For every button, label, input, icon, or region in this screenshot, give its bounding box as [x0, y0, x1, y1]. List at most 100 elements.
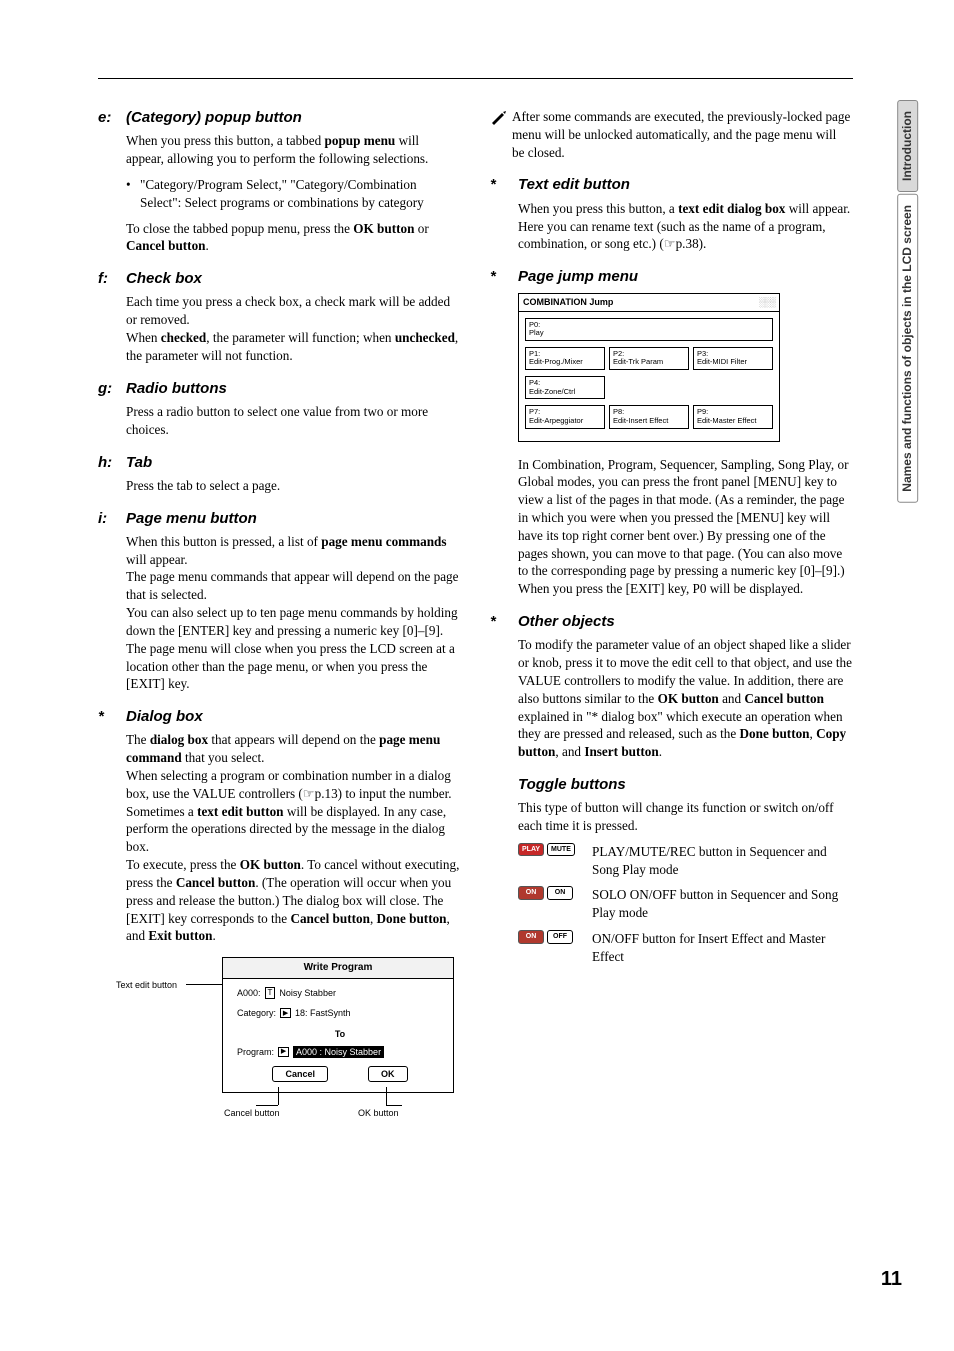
- body-i: When this button is pressed, a list of p…: [126, 533, 460, 693]
- text-bold: checked: [161, 330, 206, 345]
- label-ok-button: OK button: [358, 1107, 399, 1119]
- para: Sometimes a text edit button will be dis…: [126, 803, 460, 856]
- text: When you press this button, a: [518, 201, 678, 216]
- text: , the parameter will function; when: [206, 330, 395, 345]
- text-bold: OK button: [353, 221, 414, 236]
- heading-letter: h:: [98, 453, 126, 473]
- popup-button[interactable]: ▶: [278, 1047, 289, 1057]
- para: When you press the [EXIT] key, P0 will b…: [518, 580, 852, 598]
- para: In Combination, Program, Sequencer, Samp…: [518, 456, 852, 581]
- callout-line: [386, 1087, 387, 1105]
- field-name: Noisy Stabber: [279, 987, 336, 999]
- heading-dialog: * Dialog box: [98, 707, 460, 727]
- jump-cell-p0[interactable]: P0: Play: [525, 318, 773, 341]
- text-bold: Cancel button: [290, 911, 370, 926]
- body-other-objects: To modify the parameter value of an obje…: [518, 636, 852, 761]
- ok-button[interactable]: OK: [368, 1066, 408, 1082]
- toggle-solo-on-button[interactable]: ON: [518, 886, 544, 899]
- text-bold: Insert button: [584, 744, 658, 759]
- left-column: e: (Category) popup button When you pres…: [98, 108, 460, 1127]
- text-bold: Cancel button: [126, 238, 206, 253]
- text: The: [126, 732, 150, 747]
- label-cancel-button: Cancel button: [224, 1107, 280, 1119]
- field-value-selected: A000 : Noisy Stabber: [293, 1046, 384, 1058]
- heading-letter: e:: [98, 108, 126, 128]
- para: You can also select up to ten page menu …: [126, 604, 460, 640]
- jump-cell-p8[interactable]: P8: Edit-Insert Effect: [609, 405, 689, 428]
- heading-page-jump: * Page jump menu: [490, 267, 852, 287]
- para: When you press this button, a tabbed pop…: [126, 132, 460, 168]
- jump-cell-p7[interactable]: P7: Edit-Arpeggiator: [525, 405, 605, 428]
- heading-i: i: Page menu button: [98, 509, 460, 529]
- toggle-mute-button[interactable]: MUTE: [547, 843, 575, 856]
- field-label: Program:: [237, 1046, 274, 1058]
- body-text-edit: When you press this button, a text edit …: [518, 200, 852, 253]
- heading-title: (Category) popup button: [126, 108, 302, 128]
- body-toggle-buttons: This type of button will change its func…: [518, 799, 852, 966]
- toggle-example-row: ON ON SOLO ON/OFF button in Sequencer an…: [518, 886, 852, 922]
- text: ,: [370, 911, 377, 926]
- text-bold: Done button: [740, 726, 810, 741]
- bullet-item: • "Category/Program Select," "Category/C…: [126, 176, 460, 212]
- side-tab-names-functions: Names and functions of objects in the LC…: [897, 194, 918, 503]
- heading-letter: g:: [98, 379, 126, 399]
- para: This type of button will change its func…: [518, 799, 852, 835]
- text-bold: dialog box: [150, 732, 208, 747]
- heading-letter: *: [98, 707, 126, 727]
- para: To modify the parameter value of an obje…: [518, 636, 852, 761]
- toggle-play-button[interactable]: PLAY: [518, 843, 544, 856]
- text-bold: popup menu: [325, 133, 396, 148]
- jump-cell-p9[interactable]: P9: Edit-Master Effect: [693, 405, 773, 428]
- body-g: Press a radio button to select one value…: [126, 403, 460, 439]
- text: , and: [555, 744, 584, 759]
- text: .: [206, 238, 209, 253]
- jump-cell-p2[interactable]: P2: Edit-Trk Param: [609, 347, 689, 370]
- text: and: [719, 691, 745, 706]
- text: .: [212, 928, 215, 943]
- label-text-edit-button: Text edit button: [116, 979, 177, 991]
- page-content: e: (Category) popup button When you pres…: [98, 108, 853, 1127]
- callout-line: [256, 1105, 278, 1106]
- jump-cell-p3[interactable]: P3: Edit-MIDI Filter: [693, 347, 773, 370]
- text-bold: Cancel button: [176, 875, 256, 890]
- text-bold: Cancel button: [744, 691, 824, 706]
- text: To close the tabbed popup menu, press th…: [126, 221, 353, 236]
- heading-title: Tab: [126, 453, 152, 473]
- heading-letter: *: [490, 267, 518, 287]
- toggle-effect-on-button[interactable]: ON: [518, 930, 544, 943]
- field-code: A000:: [237, 987, 261, 999]
- heading-toggle-buttons: Toggle buttons: [490, 775, 852, 795]
- dialog-title: COMBINATION Jump: [523, 296, 613, 308]
- toggle-effect-off-button[interactable]: OFF: [547, 930, 573, 943]
- heading-letter: f:: [98, 269, 126, 289]
- para: To close the tabbed popup menu, press th…: [126, 220, 460, 256]
- popup-button[interactable]: ▶: [280, 1008, 291, 1018]
- body-e: When you press this button, a tabbed pop…: [126, 132, 460, 255]
- heading-g: g: Radio buttons: [98, 379, 460, 399]
- toggle-description: ON/OFF button for Insert Effect and Mast…: [592, 930, 852, 966]
- para: When this button is pressed, a list of p…: [126, 533, 460, 569]
- jump-cell-p1[interactable]: P1: Edit-Prog./Mixer: [525, 347, 605, 370]
- text-bold: Done button: [377, 911, 447, 926]
- text: Sometimes a: [126, 804, 197, 819]
- field-value: 18: FastSynth: [295, 1007, 351, 1019]
- para: When checked, the parameter will functio…: [126, 329, 460, 365]
- para: The dialog box that appears will depend …: [126, 731, 460, 767]
- toggle-solo-off-button[interactable]: ON: [547, 886, 573, 899]
- heading-title: Other objects: [518, 612, 615, 632]
- jump-cell-p4[interactable]: P4: Edit-Zone/Ctrl: [525, 376, 605, 399]
- heading-letter: *: [490, 612, 518, 632]
- page-number: 11: [881, 1268, 902, 1291]
- text: To execute, press the: [126, 857, 240, 872]
- text: When you press this button, a tabbed: [126, 133, 325, 148]
- text: that appears will depend on the: [208, 732, 379, 747]
- bullet-dot: •: [126, 176, 140, 212]
- bullet-text: "Category/Program Select," "Category/Com…: [140, 176, 460, 212]
- toggle-example-row: ON OFF ON/OFF button for Insert Effect a…: [518, 930, 852, 966]
- cancel-button[interactable]: Cancel: [272, 1066, 328, 1082]
- para: When selecting a program or combination …: [126, 767, 460, 803]
- text-bold: text edit dialog box: [678, 201, 785, 216]
- field-label: Category:: [237, 1007, 276, 1019]
- text-edit-button[interactable]: T: [265, 987, 276, 1000]
- text-bold: OK button: [240, 857, 301, 872]
